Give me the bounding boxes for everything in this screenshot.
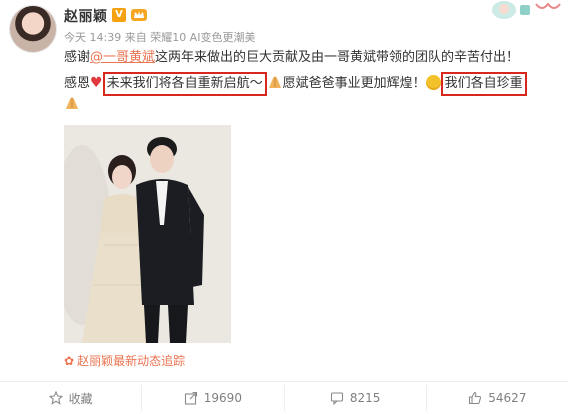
action-bar: 收藏 19690 8215 54627 — [0, 381, 568, 414]
highlight-box-2: 我们各自珍重 — [440, 72, 527, 96]
highlight-box-1: 未来我们将各自重新启航～ — [102, 72, 267, 96]
action-label: 19690 — [203, 391, 242, 405]
comment-icon — [330, 392, 343, 405]
post-text-line-3 — [64, 96, 80, 114]
post-photo[interactable] — [64, 125, 231, 343]
follow-tracking-link[interactable]: ✿ 赵丽颖最新动态追踪 — [64, 352, 185, 369]
decorative-sticker-icon — [492, 1, 561, 19]
post-text-line-2: 感恩♥ 未来我们将各自重新启航～ 愿斌爸爸事业更加辉煌！ 我们各自珍重 — [64, 72, 527, 96]
action-label: 收藏 — [68, 391, 93, 406]
smile-emoji-icon — [425, 75, 441, 90]
verified-badge-icon: V — [112, 8, 126, 22]
highlight-text: 未来我们将各自重新启航～ — [106, 76, 263, 91]
user-name[interactable]: 赵丽颖 — [64, 6, 108, 26]
share-icon — [184, 391, 197, 405]
post-text-line-1: 感谢@一哥黄斌这两年来做出的巨大贡献及由一哥黄斌带领的团队的辛苦付出！ — [64, 49, 519, 67]
like-button[interactable]: 54627 — [427, 385, 568, 411]
action-label: 54627 — [488, 391, 527, 405]
highlight-text: 我们各自珍重 — [444, 76, 523, 91]
folded-hands-emoji-icon — [66, 97, 78, 109]
folded-hands-emoji-icon — [268, 76, 281, 88]
text-segment: 愿斌爸爸事业更加辉煌！ — [282, 76, 426, 91]
couple-photo-image — [64, 125, 231, 343]
mention-link[interactable]: @一哥黄斌 — [90, 50, 155, 65]
follow-text: 赵丽颖最新动态追踪 — [77, 354, 186, 368]
action-label: 8215 — [349, 391, 381, 405]
avatar[interactable] — [10, 6, 56, 52]
comment-button[interactable]: 8215 — [285, 385, 427, 411]
text-segment: 感谢 — [64, 50, 91, 65]
crown-icon — [131, 9, 147, 21]
favorite-button[interactable]: 收藏 — [0, 385, 143, 411]
heart-icon: ♥ — [90, 75, 103, 91]
like-icon — [469, 391, 482, 405]
flower-icon: ✿ — [64, 354, 75, 368]
star-icon — [48, 391, 63, 405]
share-button[interactable]: 19690 — [142, 385, 285, 411]
post-meta: 今天 14:39 来自 荣耀10 AI变色更潮美 — [64, 31, 256, 44]
text-segment: 感恩 — [64, 76, 91, 91]
text-segment: 这两年来做出的巨大贡献及由一哥黄斌带领的团队的辛苦付出！ — [155, 50, 520, 65]
